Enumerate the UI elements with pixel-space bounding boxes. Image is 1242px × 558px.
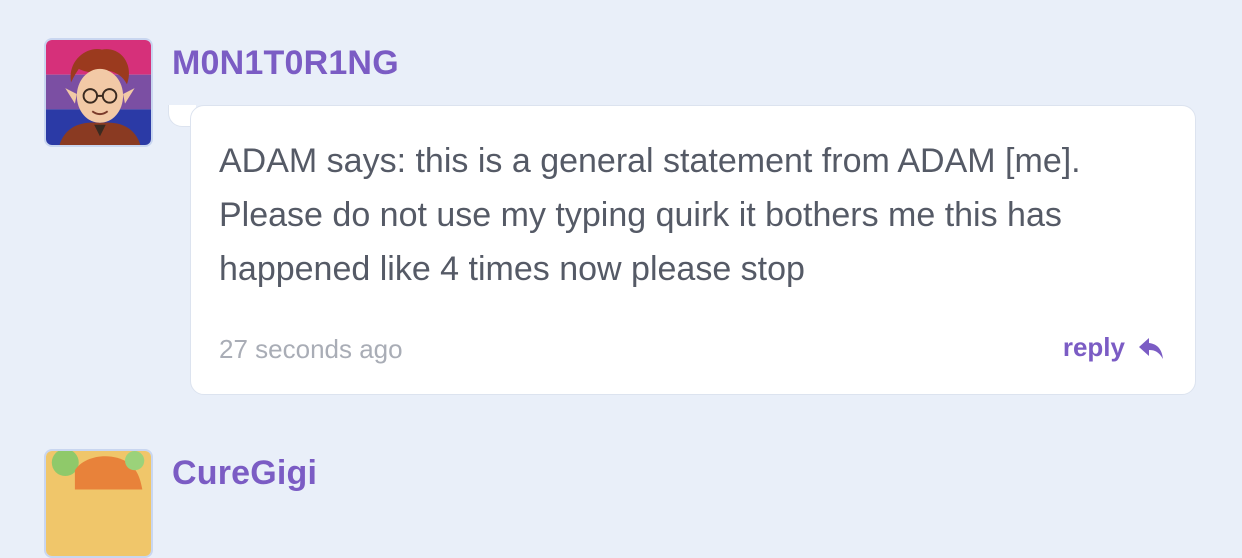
username[interactable]: M0N1T0R1NG [172, 44, 399, 83]
avatar[interactable] [44, 449, 153, 558]
username[interactable]: CureGigi [172, 454, 317, 493]
reply-button[interactable]: reply [1063, 332, 1165, 363]
comment-bubble: ADAM says: this is a general statement f… [190, 105, 1196, 395]
reply-arrow-icon [1137, 334, 1165, 362]
reply-label: reply [1062, 332, 1125, 362]
timestamp: 27 seconds ago [219, 334, 403, 364]
avatar[interactable] [44, 38, 153, 147]
avatar-image [46, 40, 151, 145]
avatar-image [46, 451, 151, 556]
comment-text: ADAM says: this is a general statement f… [219, 142, 1081, 288]
